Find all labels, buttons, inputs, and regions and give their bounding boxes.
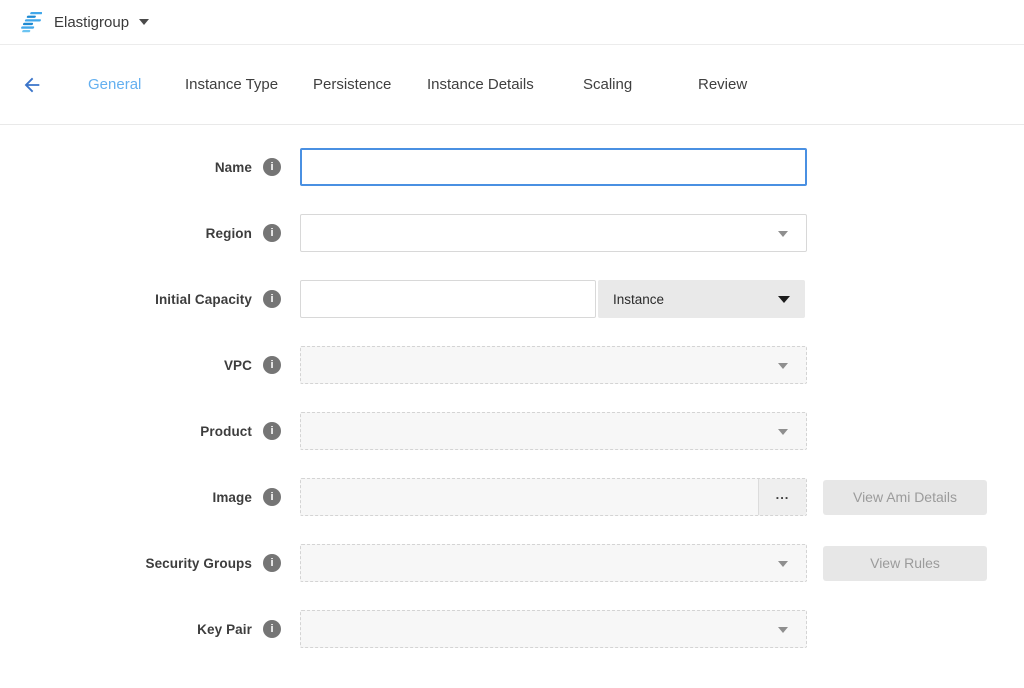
info-icon[interactable]: i bbox=[263, 224, 281, 242]
tab-review[interactable]: Review bbox=[698, 76, 747, 93]
key-pair-label: Key Pair bbox=[0, 622, 252, 637]
browse-ellipsis-button[interactable]: ... bbox=[758, 479, 806, 515]
arrow-left-icon bbox=[21, 84, 43, 99]
initial-capacity-control: Instance bbox=[300, 280, 807, 318]
security-groups-label: Security Groups bbox=[0, 556, 252, 571]
region-select[interactable] bbox=[300, 214, 807, 252]
name-label: Name bbox=[0, 160, 252, 175]
form-row-name: Name i bbox=[0, 148, 1024, 186]
top-bar: Elastigroup bbox=[0, 0, 1024, 45]
chevron-down-icon bbox=[778, 363, 788, 369]
product-select bbox=[300, 412, 807, 450]
vpc-label: VPC bbox=[0, 358, 252, 373]
form-row-image: Image i ... View Ami Details bbox=[0, 478, 1024, 516]
elastigroup-create-page: Elastigroup General Instance Type Persis… bbox=[0, 0, 1024, 688]
security-groups-select bbox=[300, 544, 807, 582]
region-control bbox=[300, 214, 807, 252]
info-icon[interactable]: i bbox=[263, 554, 281, 572]
app-title[interactable]: Elastigroup bbox=[54, 14, 129, 31]
image-control: ... bbox=[300, 478, 807, 516]
info-icon[interactable]: i bbox=[263, 422, 281, 440]
wizard-tab-bar: General Instance Type Persistence Instan… bbox=[0, 45, 1024, 125]
info-icon[interactable]: i bbox=[263, 290, 281, 308]
info-icon[interactable]: i bbox=[263, 488, 281, 506]
form-row-key-pair: Key Pair i bbox=[0, 610, 1024, 648]
form-row-security-groups: Security Groups i View Rules bbox=[0, 544, 1024, 582]
image-input: ... bbox=[300, 478, 807, 516]
security-groups-control bbox=[300, 544, 807, 582]
tab-instance-type[interactable]: Instance Type bbox=[185, 76, 278, 93]
info-icon[interactable]: i bbox=[263, 620, 281, 638]
name-control bbox=[300, 148, 807, 186]
info-icon[interactable]: i bbox=[263, 158, 281, 176]
image-label: Image bbox=[0, 490, 252, 505]
info-icon[interactable]: i bbox=[263, 356, 281, 374]
chevron-down-icon bbox=[778, 296, 790, 303]
vpc-select bbox=[300, 346, 807, 384]
form-row-product: Product i bbox=[0, 412, 1024, 450]
key-pair-select bbox=[300, 610, 807, 648]
capacity-unit-select[interactable]: Instance bbox=[598, 280, 805, 318]
name-input[interactable] bbox=[300, 148, 807, 186]
tab-persistence[interactable]: Persistence bbox=[313, 76, 391, 93]
general-settings-form: Name i Region i Initial Capacity i In bbox=[0, 148, 1024, 676]
back-button[interactable] bbox=[20, 74, 44, 98]
tab-scaling[interactable]: Scaling bbox=[583, 76, 632, 93]
chevron-down-icon bbox=[778, 231, 788, 237]
product-label: Product bbox=[0, 424, 252, 439]
key-pair-control bbox=[300, 610, 807, 648]
capacity-unit-value: Instance bbox=[613, 292, 664, 307]
view-ami-details-button[interactable]: View Ami Details bbox=[823, 480, 987, 515]
tab-instance-details[interactable]: Instance Details bbox=[427, 76, 534, 93]
chevron-down-icon[interactable] bbox=[139, 19, 149, 25]
elastigroup-logo-icon[interactable] bbox=[16, 10, 42, 34]
view-rules-button[interactable]: View Rules bbox=[823, 546, 987, 581]
tab-general[interactable]: General bbox=[88, 76, 141, 93]
chevron-down-icon bbox=[778, 627, 788, 633]
form-row-region: Region i bbox=[0, 214, 1024, 252]
chevron-down-icon bbox=[778, 429, 788, 435]
form-row-vpc: VPC i bbox=[0, 346, 1024, 384]
form-row-initial-capacity: Initial Capacity i Instance bbox=[0, 280, 1024, 318]
product-control bbox=[300, 412, 807, 450]
chevron-down-icon bbox=[778, 561, 788, 567]
vpc-control bbox=[300, 346, 807, 384]
initial-capacity-input[interactable] bbox=[300, 280, 596, 318]
initial-capacity-label: Initial Capacity bbox=[0, 292, 252, 307]
region-label: Region bbox=[0, 226, 252, 241]
